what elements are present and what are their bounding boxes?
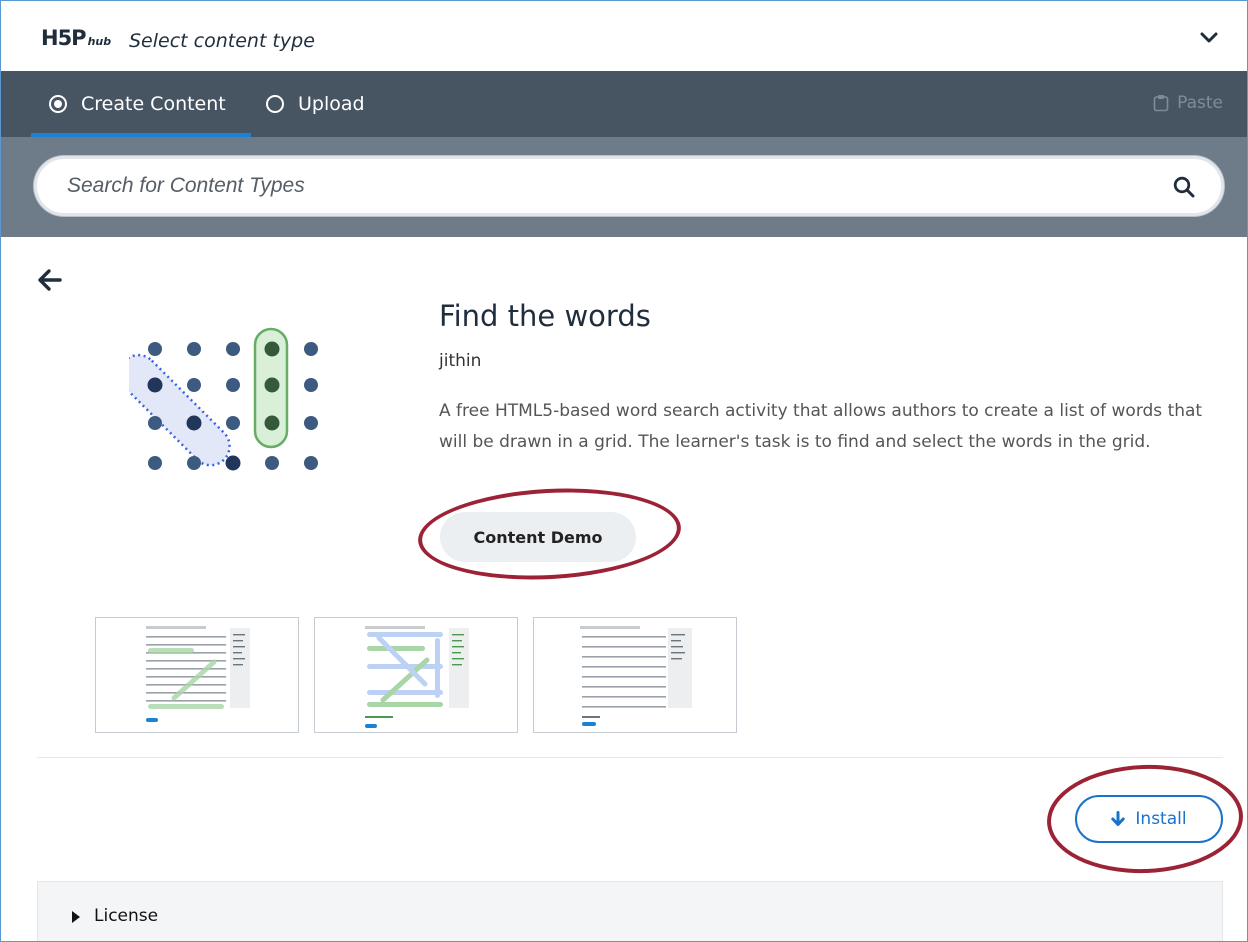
license-accordion[interactable]: License	[37, 881, 1223, 941]
caret-right-icon	[72, 911, 80, 923]
radio-unchecked-icon	[266, 95, 284, 113]
screenshot-thumbnail[interactable]	[314, 617, 518, 733]
install-button[interactable]: Install	[1075, 795, 1223, 843]
h5p-hub-logo: H5P hub	[41, 26, 111, 50]
search-icon[interactable]	[1173, 176, 1195, 198]
clipboard-icon	[1153, 95, 1169, 112]
screenshot-thumbnail[interactable]	[533, 617, 737, 733]
hub-header[interactable]: H5P hub Select content type	[1, 1, 1247, 71]
tab-create-content[interactable]: Create Content	[31, 71, 251, 137]
logo-hub-text: hub	[87, 35, 112, 48]
section-divider	[37, 757, 1223, 758]
license-label: License	[94, 906, 159, 926]
tab-upload-label: Upload	[298, 93, 365, 115]
paste-button[interactable]: Paste	[1153, 93, 1223, 113]
find-the-words-icon	[129, 327, 318, 471]
content-type-title: Find the words	[439, 299, 651, 333]
content-type-owner: jithin	[439, 351, 482, 371]
screenshot-thumbnail[interactable]	[95, 617, 299, 733]
hub-title: Select content type	[129, 30, 315, 52]
search-bar	[1, 137, 1247, 237]
logo-h5p-text: H5P	[41, 26, 87, 50]
search-field	[34, 156, 1224, 216]
arrow-down-icon	[1111, 811, 1126, 826]
h5p-hub-panel: H5P hub Select content type Create Conte…	[0, 0, 1248, 942]
radio-checked-icon	[49, 95, 67, 113]
tab-create-content-label: Create Content	[81, 93, 226, 115]
tab-upload[interactable]: Upload	[266, 71, 365, 137]
back-arrow-icon[interactable]	[37, 267, 63, 293]
paste-label: Paste	[1177, 93, 1223, 113]
content-type-description: A free HTML5-based word search activity …	[439, 401, 1203, 452]
install-label: Install	[1135, 809, 1187, 829]
screenshot-gallery	[95, 617, 737, 733]
search-input[interactable]	[67, 171, 1147, 201]
tab-bar: Create Content Upload Paste	[1, 71, 1247, 137]
content-demo-button[interactable]: Content Demo	[440, 512, 636, 562]
chevron-down-icon[interactable]	[1197, 25, 1221, 49]
